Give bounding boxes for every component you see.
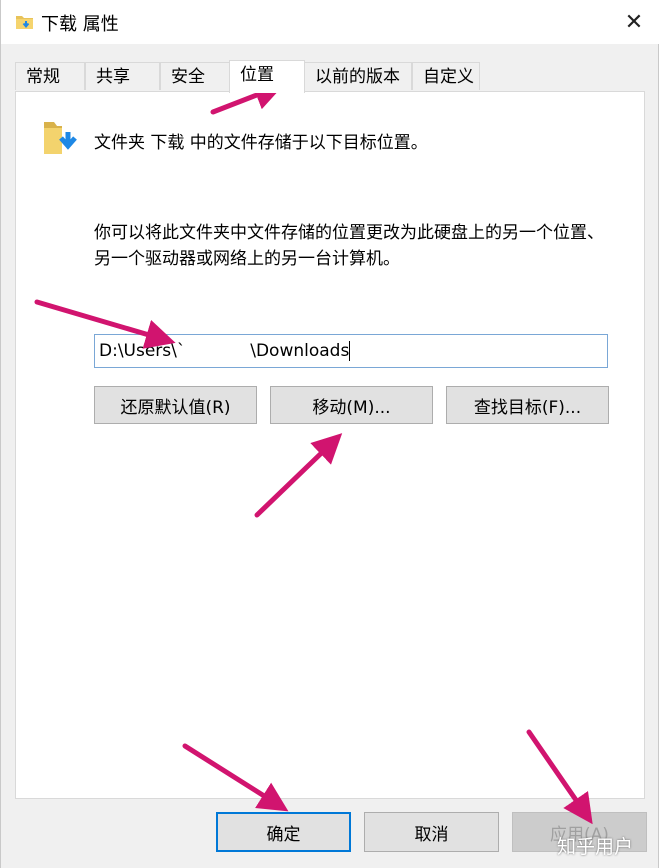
move-button[interactable]: 移动(M)... [270, 386, 433, 424]
tab-label: 共享 [96, 67, 130, 87]
tab-customize[interactable]: 自定义 [412, 62, 480, 90]
location-panel: 文件夹 下载 中的文件存储于以下目标位置。 你可以将此文件夹中文件存储的位置更改… [15, 91, 645, 799]
close-icon: ✕ [624, 9, 644, 35]
tab-previous-versions[interactable]: 以前的版本 [304, 62, 412, 90]
restore-default-button[interactable]: 还原默认值(R) [94, 386, 257, 424]
watermark: 知乎用户 [557, 836, 634, 858]
tab-label: 以前的版本 [315, 67, 400, 87]
tab-label: 自定义 [423, 67, 474, 87]
folder-download-icon [44, 122, 77, 154]
tab-sharing[interactable]: 共享 [85, 62, 160, 90]
tab-security[interactable]: 安全 [160, 62, 235, 90]
find-target-button[interactable]: 查找目标(F)... [446, 386, 609, 424]
tab-label: 常规 [26, 67, 60, 87]
button-label: 取消 [414, 824, 449, 845]
tab-strip: 常规 共享 安全 位置 以前的版本 自定义 [15, 60, 655, 93]
window-title: 下载 属性 [41, 14, 119, 35]
target-path-input[interactable]: D:\Users\` \Downloads [94, 334, 608, 368]
location-info-text: 文件夹 下载 中的文件存储于以下目标位置。 [94, 133, 428, 153]
button-label: 还原默认值(R) [120, 397, 231, 418]
tab-location[interactable]: 位置 [229, 60, 305, 93]
tab-label: 位置 [240, 65, 274, 85]
text-caret [349, 341, 351, 361]
button-label: 移动(M)... [312, 397, 391, 418]
cancel-button[interactable]: 取消 [364, 812, 499, 852]
tab-label: 安全 [171, 67, 205, 87]
folder-download-icon [16, 16, 33, 29]
title-bar: 下载 属性 ✕ [1, 0, 659, 44]
properties-dialog: 下载 属性 ✕ 常规 共享 安全 位置 以前的版本 自定义 文件夹 下载 中的文… [0, 0, 659, 868]
tab-general[interactable]: 常规 [15, 62, 85, 90]
button-label: 确定 [266, 824, 301, 845]
ok-button[interactable]: 确定 [216, 812, 351, 852]
button-label: 查找目标(F)... [473, 397, 582, 418]
close-button[interactable]: ✕ [611, 0, 657, 44]
location-description: 你可以将此文件夹中文件存储的位置更改为此硬盘上的另一个位置、另一个驱动器或网络上… [94, 223, 604, 269]
path-value: D:\Users\` \Downloads [99, 341, 350, 361]
